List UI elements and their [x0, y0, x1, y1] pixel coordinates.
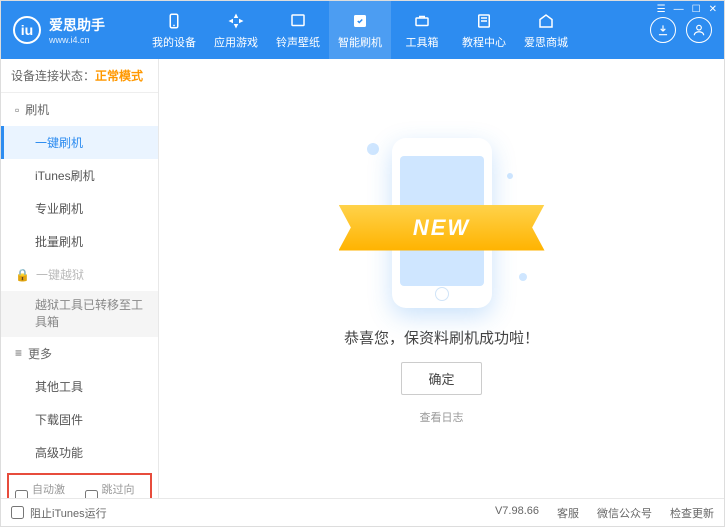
main-content: NEW 恭喜您，保资料刷机成功啦！ 确定 查看日志: [159, 59, 724, 498]
block-itunes-checkbox[interactable]: 阻止iTunes运行: [11, 505, 107, 521]
book-icon: [474, 11, 494, 31]
image-icon: [288, 11, 308, 31]
download-button[interactable]: [650, 17, 676, 43]
flash-icon: ▫: [15, 103, 19, 117]
menu-icon[interactable]: ☰: [657, 4, 666, 15]
auto-activate-checkbox[interactable]: 自动激活: [15, 481, 75, 498]
sidebar-item-pro-flash[interactable]: 专业刷机: [1, 192, 158, 225]
sidebar: 设备连接状态：正常模式 ▫ 刷机 一键刷机 iTunes刷机 专业刷机 批量刷机…: [1, 59, 159, 498]
view-log-link[interactable]: 查看日志: [420, 409, 464, 425]
close-icon[interactable]: ✕: [709, 4, 717, 15]
nav-apps[interactable]: 应用游戏: [205, 1, 267, 59]
footer-link-update[interactable]: 检查更新: [670, 505, 714, 521]
sidebar-jailbreak-note: 越狱工具已转移至工具箱: [1, 291, 158, 337]
sidebar-section-more[interactable]: ≡ 更多: [1, 337, 158, 370]
sidebar-item-download-firmware[interactable]: 下载固件: [1, 403, 158, 436]
apps-icon: [226, 11, 246, 31]
refresh-icon: [350, 11, 370, 31]
sidebar-item-advanced[interactable]: 高级功能: [1, 436, 158, 469]
app-url: www.i4.cn: [49, 35, 105, 45]
sidebar-item-batch-flash[interactable]: 批量刷机: [1, 225, 158, 258]
sidebar-section-flash[interactable]: ▫ 刷机: [1, 93, 158, 126]
success-message: 恭喜您，保资料刷机成功啦！: [344, 327, 539, 348]
footer-link-support[interactable]: 客服: [557, 505, 579, 521]
nav-flash[interactable]: 智能刷机: [329, 1, 391, 59]
nav-tutorials[interactable]: 教程中心: [453, 1, 515, 59]
sidebar-item-onekey-flash[interactable]: 一键刷机: [1, 126, 158, 159]
footer: 阻止iTunes运行 V7.98.66 客服 微信公众号 检查更新: [1, 498, 724, 526]
sidebar-item-other-tools[interactable]: 其他工具: [1, 370, 158, 403]
connection-status: 设备连接状态：正常模式: [1, 59, 158, 93]
lock-icon: 🔒: [15, 268, 30, 282]
phone-icon: [164, 11, 184, 31]
nav-toolbox[interactable]: 工具箱: [391, 1, 453, 59]
skip-guide-checkbox[interactable]: 跳过向导: [85, 481, 145, 498]
home-icon: [536, 11, 556, 31]
header: iu 爱思助手 www.i4.cn 我的设备 应用游戏 铃声壁纸 智能刷机 工具…: [1, 1, 724, 59]
user-button[interactable]: [686, 17, 712, 43]
maximize-icon[interactable]: ☐: [692, 4, 701, 15]
ok-button[interactable]: 确定: [401, 362, 481, 395]
sidebar-section-jailbreak: 🔒 一键越狱: [1, 258, 158, 291]
nav-my-device[interactable]: 我的设备: [143, 1, 205, 59]
options-checkbox-area: 自动激活 跳过向导: [7, 473, 152, 498]
version-label: V7.98.66: [495, 505, 539, 521]
footer-link-wechat[interactable]: 微信公众号: [597, 505, 652, 521]
logo-icon: iu: [13, 16, 41, 44]
logo: iu 爱思助手 www.i4.cn: [13, 15, 143, 45]
top-nav: 我的设备 应用游戏 铃声壁纸 智能刷机 工具箱 教程中心 爱思商城: [143, 1, 650, 59]
more-icon: ≡: [15, 346, 22, 360]
nav-ringtones[interactable]: 铃声壁纸: [267, 1, 329, 59]
success-illustration: NEW: [347, 133, 537, 313]
toolbox-icon: [412, 11, 432, 31]
sidebar-item-itunes-flash[interactable]: iTunes刷机: [1, 159, 158, 192]
app-name: 爱思助手: [49, 15, 105, 35]
nav-store[interactable]: 爱思商城: [515, 1, 577, 59]
new-ribbon: NEW: [339, 205, 545, 251]
minimize-icon[interactable]: —: [674, 4, 684, 15]
